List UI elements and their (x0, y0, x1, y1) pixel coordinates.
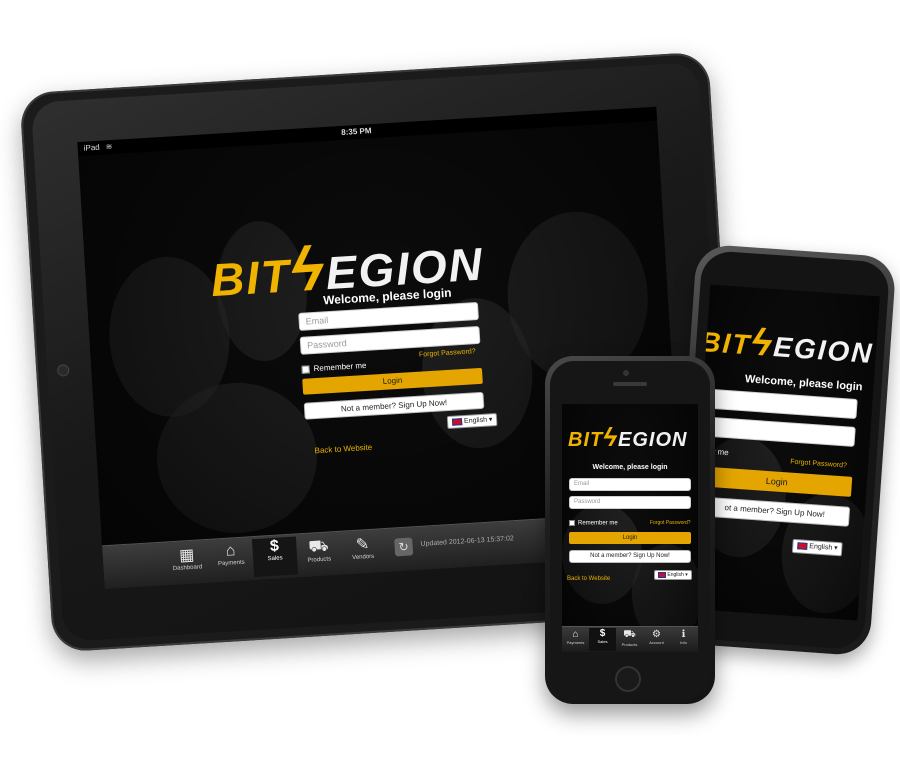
iphone-device: BITϟEGION Welcome, please login Email Pa… (545, 356, 715, 704)
refresh-icon[interactable]: ↻ (394, 537, 414, 557)
iphone-login-title: Welcome, please login (592, 464, 668, 471)
cart-icon: ⛟ (623, 629, 636, 640)
tab-products[interactable]: ⛟ Products (296, 536, 342, 565)
cart-icon: ⛟ (307, 537, 330, 556)
iphone-forgot-password-link[interactable]: Forgot Password? (650, 520, 691, 526)
flame-icon: ϟ (603, 422, 618, 452)
uk-flag-icon (451, 417, 463, 426)
info-icon: ℹ (681, 629, 686, 640)
dollar-icon: $ (599, 628, 606, 639)
wifi-icon: ≋ (105, 141, 113, 152)
iphone-login-button[interactable]: Login (569, 532, 691, 544)
remember-checkbox[interactable] (569, 520, 575, 526)
bank-icon: ⌂ (572, 629, 579, 640)
tab-products[interactable]: ⛟ Products (616, 629, 643, 647)
home-button[interactable] (615, 666, 641, 692)
tab-payments[interactable]: ⌂ Payments (208, 541, 253, 568)
iphone-email-input[interactable]: Email (569, 478, 691, 491)
iphone-logo: BITϟEGION (568, 422, 688, 452)
iphone-password-input[interactable]: Password (569, 496, 691, 509)
remember-checkbox[interactable] (301, 365, 310, 374)
uk-flag-icon (658, 571, 666, 578)
ipad-updated-text: Updated 2012-06-13 15:37:02 (420, 535, 515, 548)
tab-sales[interactable]: $ Sales (251, 536, 299, 578)
chevron-down-icon: ▾ (833, 544, 838, 553)
iphone-language-select[interactable]: English ▾ (654, 570, 692, 580)
dashboard-icon: ▦ (178, 546, 195, 565)
vendors-icon: ✎ (355, 536, 370, 554)
tab-info[interactable]: ℹ Info (670, 629, 697, 645)
iphone-speaker (613, 382, 647, 386)
tab-account[interactable]: ⚙ Account (643, 629, 670, 645)
tab-vendors[interactable]: ✎ Vendors (340, 533, 386, 562)
uk-flag-icon (797, 541, 808, 550)
iphone-tab-bar: ⌂ Payments $ Sales ⛟ Products ⚙ Account ℹ Inf… (562, 626, 698, 652)
iphone-camera (623, 370, 629, 376)
tab-payments[interactable]: ⌂ Payments (562, 629, 589, 645)
iphone-signup-button[interactable]: Not a member? Sign Up Now! (569, 550, 691, 563)
chevron-down-icon: ▾ (488, 416, 493, 424)
iphone-screen: BITϟEGION Welcome, please login Email Pa… (562, 404, 698, 652)
iphone-remember-me[interactable]: Remember me (569, 520, 618, 527)
bank-icon: ⌂ (225, 542, 236, 560)
android-screen: BITϟEGION Welcome, please login ber me F… (687, 284, 880, 621)
dollar-icon: $ (269, 537, 280, 556)
iphone-back-to-website-link[interactable]: Back to Website (567, 576, 610, 582)
gear-icon: ⚙ (652, 629, 661, 640)
ipad-clock: 8:35 PM (340, 126, 372, 137)
chevron-down-icon: ▾ (685, 572, 688, 578)
ipad-carrier: iPad (83, 142, 101, 153)
tab-dashboard[interactable]: ▦ Dashboard (164, 544, 210, 573)
tab-sales[interactable]: $ Sales (589, 628, 616, 651)
